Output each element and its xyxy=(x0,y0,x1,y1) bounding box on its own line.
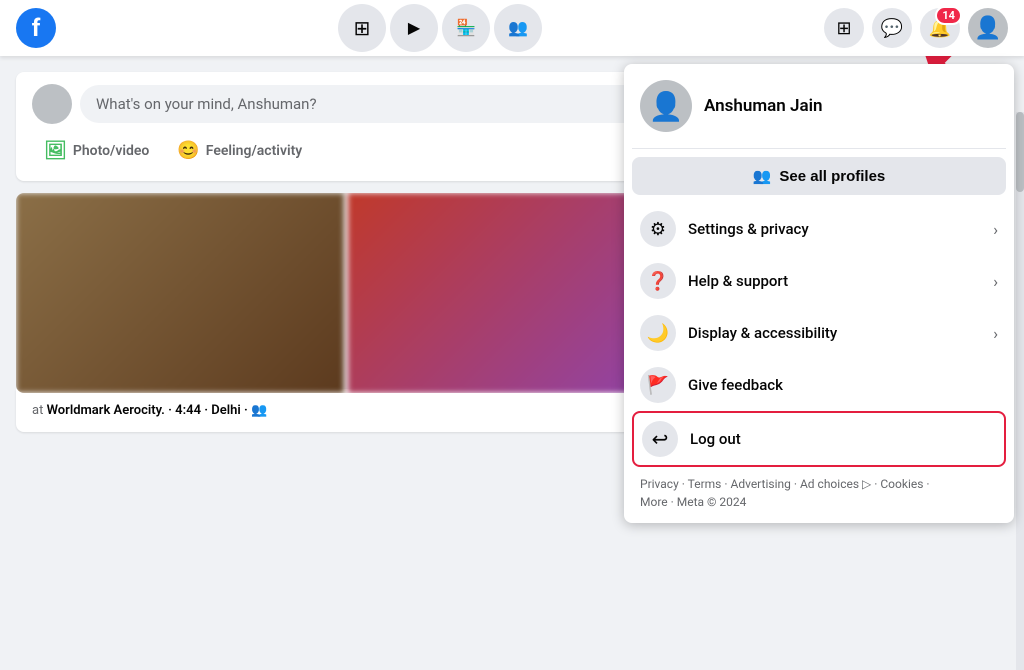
marketplace-nav-button[interactable]: 🏪 xyxy=(442,4,490,52)
settings-chevron-icon: › xyxy=(993,220,998,239)
dropdown-menu: 👤 Anshuman Jain 👥 See all profiles ⚙ Set… xyxy=(624,64,1014,523)
feeling-label: Feeling/activity xyxy=(206,143,302,159)
avatar-icon: 👤 xyxy=(974,16,1001,41)
feedback-icon: 🚩 xyxy=(640,367,676,403)
location-name: Worldmark Aerocity. xyxy=(47,403,165,418)
more-link[interactable]: More xyxy=(640,495,668,509)
profile-section[interactable]: 👤 Anshuman Jain xyxy=(632,72,1006,140)
notification-badge: 14 xyxy=(935,6,962,25)
notifications-icon-button[interactable]: 🔔 14 xyxy=(920,8,960,48)
divider-1 xyxy=(632,148,1006,149)
navbar-center: ⊞ ▶ 🏪 👥 xyxy=(338,4,542,52)
settings-icon: ⚙ xyxy=(640,211,676,247)
settings-privacy-item[interactable]: ⚙ Settings & privacy › xyxy=(632,203,1006,255)
logout-item[interactable]: ↩ Log out xyxy=(632,411,1006,467)
photo-video-label: Photo/video xyxy=(73,143,150,159)
settings-item-left: ⚙ Settings & privacy xyxy=(640,211,809,247)
display-label: Display & accessibility xyxy=(688,324,837,342)
profile-menu-button[interactable]: 👤 xyxy=(968,8,1008,48)
feeling-activity-button[interactable]: 😊 Feeling/activity xyxy=(165,132,314,169)
navbar-left: f xyxy=(16,8,56,48)
see-all-profiles-icon: 👥 xyxy=(753,167,772,185)
display-icon: 🌙 xyxy=(640,315,676,351)
ad-choices-link[interactable]: Ad choices xyxy=(800,477,859,491)
post-time: · 4:44 · Delhi · 👥 xyxy=(168,403,267,418)
grid-icon: ⊞ xyxy=(836,18,851,39)
display-accessibility-item[interactable]: 🌙 Display & accessibility › xyxy=(632,307,1006,359)
watch-nav-button[interactable]: ▶ xyxy=(390,4,438,52)
give-feedback-item[interactable]: 🚩 Give feedback xyxy=(632,359,1006,411)
footer-links: Privacy · Terms · Advertising · Ad choic… xyxy=(632,467,1006,515)
ad-choices-icon: ▷ xyxy=(862,477,874,491)
logout-item-left: ↩ Log out xyxy=(642,421,741,457)
navbar: f ⊞ ▶ 🏪 👥 ⊞ 💬 🔔 14 👤 xyxy=(0,0,1024,56)
feeling-icon: 😊 xyxy=(177,140,199,161)
see-all-profiles-button[interactable]: 👥 See all profiles xyxy=(632,157,1006,195)
profile-avatar: 👤 xyxy=(640,80,692,132)
messenger-icon: 💬 xyxy=(881,18,903,39)
settings-label: Settings & privacy xyxy=(688,220,809,238)
grid-icon-button[interactable]: ⊞ xyxy=(824,8,864,48)
logout-icon: ↩ xyxy=(642,421,678,457)
main-content: What's on your mind, Anshuman? 🖼 Photo/v… xyxy=(0,56,1024,614)
feedback-label: Give feedback xyxy=(688,376,783,394)
navbar-right: ⊞ 💬 🔔 14 👤 xyxy=(824,8,1008,48)
help-label: Help & support xyxy=(688,272,788,290)
privacy-link[interactable]: Privacy xyxy=(640,477,679,491)
display-chevron-icon: › xyxy=(993,324,998,343)
footer-sep-5: · xyxy=(926,477,929,491)
meta-copyright: Meta © 2024 xyxy=(677,495,747,509)
post-location: at Worldmark Aerocity. · 4:44 · Delhi · … xyxy=(32,397,267,424)
feed-image-1[interactable] xyxy=(16,193,344,393)
see-all-profiles-label: See all profiles xyxy=(779,168,885,185)
avatar-person-icon: 👤 xyxy=(649,90,684,123)
feedback-item-left: 🚩 Give feedback xyxy=(640,367,783,403)
photo-video-icon: 🖼 xyxy=(44,140,67,161)
terms-link[interactable]: Terms xyxy=(688,477,722,491)
cookies-link[interactable]: Cookies xyxy=(880,477,923,491)
profile-name: Anshuman Jain xyxy=(704,96,823,116)
composer-avatar xyxy=(32,84,72,124)
help-support-item[interactable]: ❓ Help & support › xyxy=(632,255,1006,307)
help-item-left: ❓ Help & support xyxy=(640,263,788,299)
help-icon: ❓ xyxy=(640,263,676,299)
photo-video-button[interactable]: 🖼 Photo/video xyxy=(32,132,161,169)
display-item-left: 🌙 Display & accessibility xyxy=(640,315,837,351)
home-nav-button[interactable]: ⊞ xyxy=(338,4,386,52)
help-chevron-icon: › xyxy=(993,272,998,291)
facebook-logo[interactable]: f xyxy=(16,8,56,48)
groups-nav-button[interactable]: 👥 xyxy=(494,4,542,52)
logout-label: Log out xyxy=(690,430,741,448)
messenger-icon-button[interactable]: 💬 xyxy=(872,8,912,48)
advertising-link[interactable]: Advertising xyxy=(730,477,790,491)
